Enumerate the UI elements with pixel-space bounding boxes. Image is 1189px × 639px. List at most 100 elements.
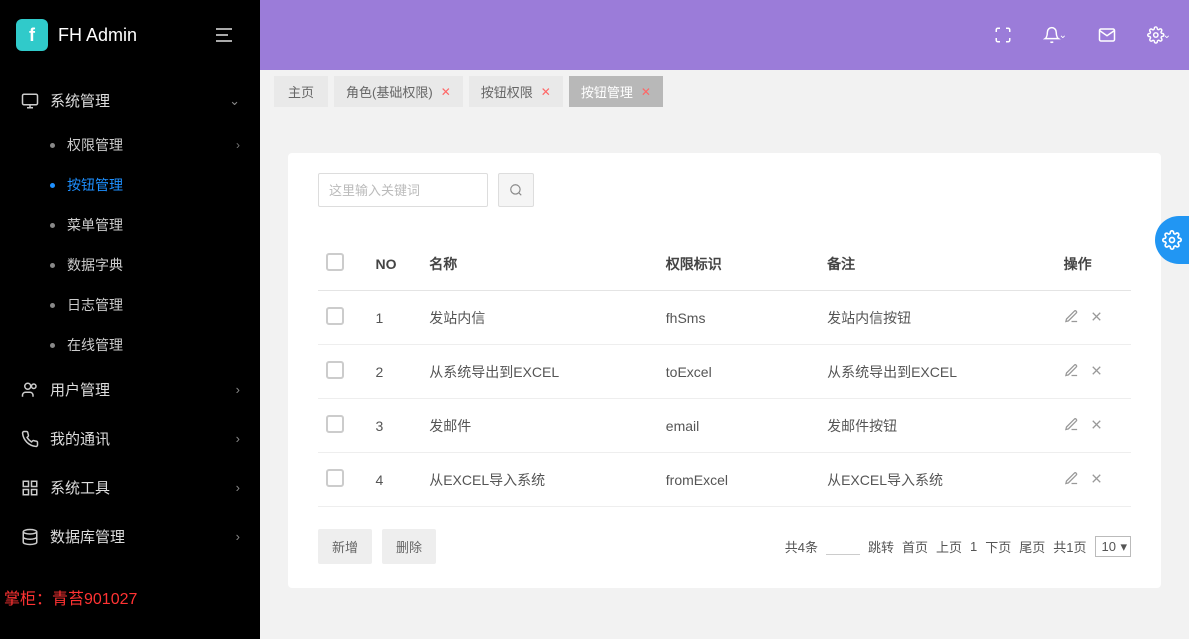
cell-perm: email bbox=[658, 399, 819, 453]
cell-perm: fhSms bbox=[658, 291, 819, 345]
tab-label: 按钮管理 bbox=[581, 82, 633, 101]
close-icon[interactable]: ✕ bbox=[541, 85, 551, 99]
brand: f FH Admin bbox=[0, 0, 260, 70]
row-checkbox[interactable] bbox=[326, 469, 344, 487]
subnav-label: 数据字典 bbox=[67, 255, 123, 275]
header: ⌄ ⌄ bbox=[260, 0, 1189, 70]
chevron-right-icon: › bbox=[236, 431, 240, 446]
pager-jump-label[interactable]: 跳转 bbox=[868, 537, 894, 556]
pager-next[interactable]: 下页 bbox=[985, 537, 1011, 556]
nav-label: 数据库管理 bbox=[50, 526, 236, 547]
subnav-label: 日志管理 bbox=[67, 295, 123, 315]
content-card: NO 名称 权限标识 备注 操作 1发站内信fhSms发站内信按钮2从系统导出到… bbox=[288, 153, 1161, 588]
edit-icon[interactable] bbox=[1064, 363, 1079, 378]
button-table: NO 名称 权限标识 备注 操作 1发站内信fhSms发站内信按钮2从系统导出到… bbox=[318, 237, 1131, 507]
page-size-select[interactable]: 10 bbox=[1095, 536, 1131, 557]
fullscreen-icon[interactable] bbox=[991, 23, 1015, 47]
nav-label: 用户管理 bbox=[50, 379, 236, 400]
settings-icon[interactable]: ⌄ bbox=[1147, 23, 1171, 47]
edit-icon[interactable] bbox=[1064, 417, 1079, 432]
subnav-button-mgmt[interactable]: 按钮管理 bbox=[30, 165, 260, 205]
cell-remark: 从EXCEL导入系统 bbox=[819, 453, 1056, 507]
table-row: 3发邮件email发邮件按钮 bbox=[318, 399, 1131, 453]
phone-icon bbox=[20, 430, 40, 448]
chevron-down-icon: ⌄ bbox=[229, 93, 240, 109]
tab-role-base-perm[interactable]: 角色(基础权限) ✕ bbox=[334, 76, 463, 107]
col-header-name: 名称 bbox=[421, 237, 658, 291]
close-icon[interactable]: ✕ bbox=[641, 85, 651, 99]
cell-name: 从EXCEL导入系统 bbox=[421, 453, 658, 507]
grid-icon bbox=[20, 479, 40, 497]
row-checkbox[interactable] bbox=[326, 307, 344, 325]
pager-prev[interactable]: 上页 bbox=[936, 537, 962, 556]
cell-name: 发站内信 bbox=[421, 291, 658, 345]
edit-icon[interactable] bbox=[1064, 309, 1079, 324]
subnav-online-mgmt[interactable]: 在线管理 bbox=[30, 325, 260, 365]
subnav-system: 权限管理 › 按钮管理 菜单管理 数据字典 日志管理 在线管理 bbox=[0, 125, 260, 365]
pager: 共4条 跳转 首页 上页 1 下页 尾页 共1页 10 bbox=[785, 536, 1131, 557]
nav-label: 我的通讯 bbox=[50, 428, 236, 449]
close-icon[interactable]: ✕ bbox=[441, 85, 451, 99]
search-input[interactable] bbox=[318, 173, 488, 207]
nav-system-mgmt[interactable]: 系统管理 ⌄ bbox=[0, 76, 260, 125]
add-button[interactable]: 新增 bbox=[318, 529, 372, 564]
col-header-actions: 操作 bbox=[1056, 237, 1131, 291]
dot-icon bbox=[50, 143, 55, 148]
col-header-remark: 备注 bbox=[819, 237, 1056, 291]
cell-no: 3 bbox=[367, 399, 421, 453]
nav-user-mgmt[interactable]: 用户管理 › bbox=[0, 365, 260, 414]
users-icon bbox=[20, 381, 40, 399]
cell-no: 1 bbox=[367, 291, 421, 345]
delete-icon[interactable] bbox=[1089, 417, 1104, 432]
row-checkbox[interactable] bbox=[326, 415, 344, 433]
nav-db-mgmt[interactable]: 数据库管理 › bbox=[0, 512, 260, 561]
sidebar-toggle[interactable] bbox=[216, 22, 242, 48]
row-checkbox[interactable] bbox=[326, 361, 344, 379]
table-row: 4从EXCEL导入系统fromExcel从EXCEL导入系统 bbox=[318, 453, 1131, 507]
delete-icon[interactable] bbox=[1089, 363, 1104, 378]
tab-home[interactable]: 主页 bbox=[274, 76, 328, 107]
edit-icon[interactable] bbox=[1064, 471, 1079, 486]
pager-current: 1 bbox=[970, 539, 977, 554]
bell-icon[interactable]: ⌄ bbox=[1043, 23, 1067, 47]
chevron-right-icon: › bbox=[236, 382, 240, 397]
pager-jump-input[interactable] bbox=[826, 539, 860, 555]
select-all-checkbox[interactable] bbox=[326, 253, 344, 271]
subnav-log-mgmt[interactable]: 日志管理 bbox=[30, 285, 260, 325]
search-button[interactable] bbox=[498, 173, 534, 207]
pager-last[interactable]: 尾页 bbox=[1019, 537, 1045, 556]
dot-icon bbox=[50, 183, 55, 188]
pager-total: 共4条 bbox=[785, 537, 818, 556]
footer-watermark: 掌柜：青苔901027 bbox=[0, 585, 137, 609]
cell-no: 2 bbox=[367, 345, 421, 399]
subnav-label: 在线管理 bbox=[67, 335, 123, 355]
database-icon bbox=[20, 528, 40, 546]
mail-icon[interactable] bbox=[1095, 23, 1119, 47]
pager-first[interactable]: 首页 bbox=[902, 537, 928, 556]
tab-bar: 主页 角色(基础权限) ✕ 按钮权限 ✕ 按钮管理 ✕ bbox=[260, 70, 1189, 107]
cell-name: 发邮件 bbox=[421, 399, 658, 453]
tab-label: 角色(基础权限) bbox=[346, 82, 433, 101]
nav-my-comm[interactable]: 我的通讯 › bbox=[0, 414, 260, 463]
sidebar-nav: 系统管理 ⌄ 权限管理 › 按钮管理 菜单管理 数据字典 bbox=[0, 70, 260, 561]
subnav-permission-mgmt[interactable]: 权限管理 › bbox=[30, 125, 260, 165]
nav-system-tools[interactable]: 系统工具 › bbox=[0, 463, 260, 512]
cell-no: 4 bbox=[367, 453, 421, 507]
tab-button-mgmt[interactable]: 按钮管理 ✕ bbox=[569, 76, 663, 107]
tab-button-perm[interactable]: 按钮权限 ✕ bbox=[469, 76, 563, 107]
delete-icon[interactable] bbox=[1089, 309, 1104, 324]
search-row bbox=[318, 173, 1131, 207]
subnav-label: 菜单管理 bbox=[67, 215, 123, 235]
cell-remark: 发邮件按钮 bbox=[819, 399, 1056, 453]
chevron-right-icon: › bbox=[236, 138, 240, 152]
brand-logo: f bbox=[16, 19, 48, 51]
delete-icon[interactable] bbox=[1089, 471, 1104, 486]
subnav-label: 权限管理 bbox=[67, 135, 123, 155]
delete-button[interactable]: 删除 bbox=[382, 529, 436, 564]
monitor-icon bbox=[20, 92, 40, 110]
subnav-data-dict[interactable]: 数据字典 bbox=[30, 245, 260, 285]
brand-title: FH Admin bbox=[58, 25, 137, 46]
subnav-menu-mgmt[interactable]: 菜单管理 bbox=[30, 205, 260, 245]
table-row: 1发站内信fhSms发站内信按钮 bbox=[318, 291, 1131, 345]
subnav-label: 按钮管理 bbox=[67, 175, 123, 195]
